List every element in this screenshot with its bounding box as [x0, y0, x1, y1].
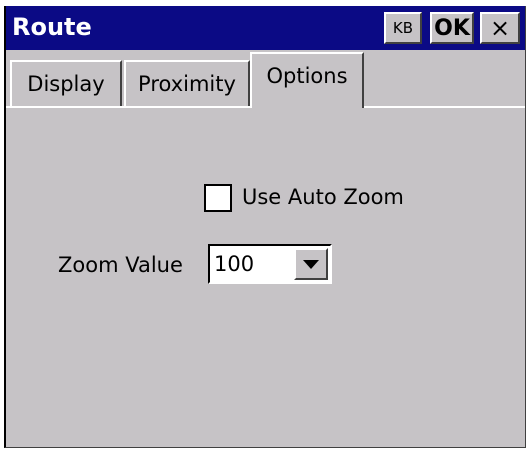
auto-zoom-label[interactable]: Use Auto Zoom — [242, 182, 404, 212]
keyboard-button[interactable]: KB — [384, 12, 422, 44]
ok-button[interactable]: OK — [430, 12, 474, 44]
options-panel: Use Auto Zoom Zoom Value 100 — [6, 108, 525, 446]
tab-divider-gap — [252, 106, 362, 108]
auto-zoom-checkbox[interactable] — [204, 184, 232, 212]
zoom-dropdown-button[interactable] — [294, 248, 328, 280]
tab-display[interactable]: Display — [10, 60, 122, 106]
chevron-down-icon — [303, 259, 319, 269]
zoom-value-select[interactable]: 100 — [208, 244, 332, 284]
window-title: Route — [12, 13, 92, 41]
route-window: Route KB OK × Display Proximity Options … — [4, 6, 526, 448]
tab-proximity[interactable]: Proximity — [124, 60, 250, 106]
tab-options[interactable]: Options — [250, 52, 364, 108]
tab-strip: Display Proximity Options — [6, 50, 525, 108]
tab-display-label: Display — [27, 72, 105, 96]
close-button[interactable]: × — [480, 12, 520, 44]
ok-button-label: OK — [434, 15, 470, 41]
close-icon: × — [489, 14, 511, 42]
title-bar: Route KB OK × — [6, 6, 525, 50]
tab-options-label: Options — [266, 64, 348, 88]
keyboard-button-label: KB — [392, 19, 414, 37]
zoom-value-label: Zoom Value — [58, 253, 183, 277]
zoom-value-selected: 100 — [214, 252, 255, 276]
tab-proximity-label: Proximity — [138, 72, 236, 96]
